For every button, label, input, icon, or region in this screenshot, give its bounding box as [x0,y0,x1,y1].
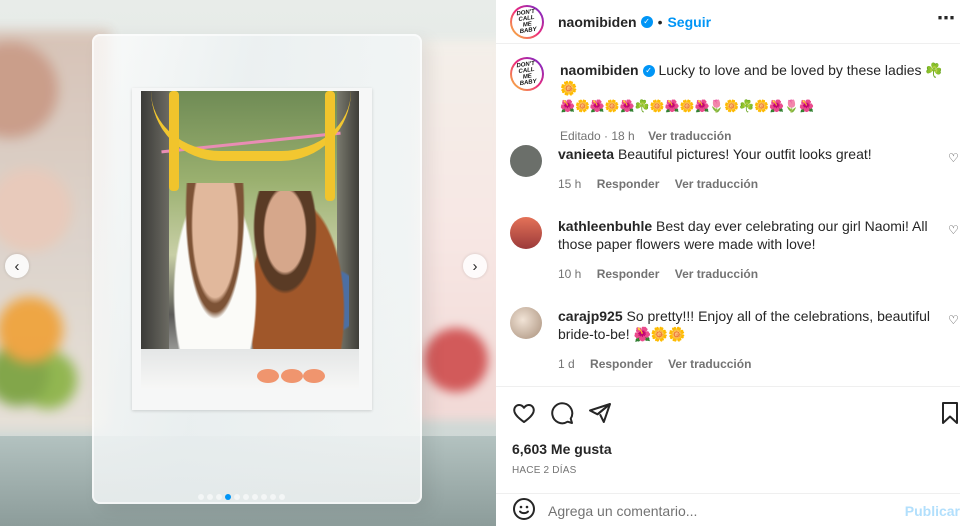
carousel-dot [225,494,231,500]
carousel-dot [243,494,249,500]
comment-item: carajp925 So pretty!!! Enjoy all of the … [510,307,960,373]
comment-time: 10 h [558,267,582,281]
carousel-dot [216,494,222,500]
more-options-icon[interactable]: ⋯ [937,8,956,29]
like-comment-heart-icon[interactable]: ♡ [948,223,960,235]
like-heart-icon[interactable] [512,401,536,425]
caption-username[interactable]: naomibiden [560,62,639,78]
likes-count[interactable]: 6,603 Me gusta [512,441,612,457]
commenter-avatar[interactable] [510,145,542,177]
comment-username[interactable]: carajp925 [558,308,623,324]
translate-comment-link[interactable]: Ver traducción [675,177,758,191]
chevron-right-icon: › [472,257,478,275]
carousel-dot [234,494,240,500]
save-bookmark-icon[interactable] [940,401,960,425]
commenter-avatar[interactable] [510,307,542,339]
carousel-dot [198,494,204,500]
commenter-avatar[interactable] [510,217,542,249]
comment-meta: 10 h Responder Ver traducción [558,265,948,283]
window-frame-left [141,91,169,389]
polaroid-print [132,88,372,410]
post-header: DON'T CALL ME BABY naomibiden ✓ • Seguir… [496,0,960,44]
table-flower [303,369,325,383]
comments-list[interactable]: DON'T CALL ME BABY naomibiden ✓ Lucky to … [496,45,960,385]
yellow-garland-right [325,91,335,201]
comment-bubble-icon[interactable] [550,401,574,425]
like-comment-heart-icon[interactable]: ♡ [948,151,960,163]
caption-content: naomibiden ✓ Lucky to love and be loved b… [560,57,950,145]
reply-button[interactable]: Responder [597,267,660,281]
author-avatar[interactable]: DON'T CALL ME BABY [510,5,544,39]
add-comment-bar: Publicar [496,493,960,526]
chevron-left-icon: ‹ [14,257,20,275]
carousel-dot [279,494,285,500]
comment-body: kathleenbuhle Best day ever celebrating … [558,217,948,283]
share-paper-plane-icon[interactable] [588,401,612,425]
post-panel: DON'T CALL ME BABY naomibiden ✓ • Seguir… [496,0,960,526]
translate-comment-link[interactable]: Ver traducción [675,267,758,281]
separator-dot: • [657,13,663,30]
polaroid-photo [141,91,359,389]
comment-time: 15 h [558,177,582,191]
comment-username[interactable]: kathleenbuhle [558,218,652,234]
post-actions: 6,603 Me gusta HACE 2 DÍAS Publicar [496,386,960,526]
reply-button[interactable]: Responder [590,357,653,371]
verified-badge-icon: ✓ [640,15,653,28]
post-media[interactable]: ‹ › [0,0,496,526]
carousel-dot [261,494,267,500]
translate-caption-link[interactable]: Ver traducción [648,129,731,143]
emoji-smile-icon[interactable] [512,497,536,524]
carousel-prev-button[interactable]: ‹ [5,254,29,278]
comment-meta: 15 h Responder Ver traducción [558,175,948,193]
person-right [245,191,349,361]
post-caption: DON'T CALL ME BABY naomibiden ✓ Lucky to … [510,57,960,145]
background-blur-frame [416,40,496,420]
carousel-indicator [198,494,285,500]
publish-button[interactable]: Publicar [905,503,960,519]
comment-input[interactable] [548,502,888,519]
caption-avatar[interactable]: DON'T CALL ME BABY [510,57,544,91]
verified-badge-icon: ✓ [642,65,655,78]
translate-comment-link[interactable]: Ver traducción [668,357,751,371]
action-icons [512,401,612,425]
person-left [173,183,257,363]
carousel-next-button[interactable]: › [463,254,487,278]
follow-button[interactable]: Seguir [667,14,711,30]
carousel-dot [252,494,258,500]
caption-emoji-row: 🌺🌼🌺🌼🌺☘️🌼🌺🌼🌺🌷🌼☘️🌼🌺🌷🌺 [560,99,815,113]
reply-button[interactable]: Responder [597,177,660,191]
comment-time: 1 d [558,357,575,371]
avatar-logo-text: DON'T CALL ME BABY [516,8,538,35]
avatar-logo-text: DON'T CALL ME BABY [516,60,538,88]
like-comment-heart-icon[interactable]: ♡ [948,313,960,325]
edited-label: Editado · 18 h [560,129,635,143]
comment-item: kathleenbuhle Best day ever celebrating … [510,217,960,283]
table-flower [257,369,279,383]
comment-item: vanieeta Beautiful pictures! Your outfit… [510,145,960,193]
comment-meta: 1 d Responder Ver traducción [558,355,948,373]
post-time-ago: HACE 2 DÍAS [512,465,577,476]
comment-username[interactable]: vanieeta [558,146,614,162]
caption-meta: Editado · 18 h Ver traducción [560,127,950,145]
comment-body: carajp925 So pretty!!! Enjoy all of the … [558,307,948,373]
comment-text: Beautiful pictures! Your outfit looks gr… [617,146,872,162]
table-flower [281,369,303,383]
carousel-dot [270,494,276,500]
carousel-dot [207,494,213,500]
comment-body: vanieeta Beautiful pictures! Your outfit… [558,145,948,193]
tablecloth [141,349,359,389]
yellow-garland-left [169,91,179,191]
author-username[interactable]: naomibiden [558,14,637,30]
